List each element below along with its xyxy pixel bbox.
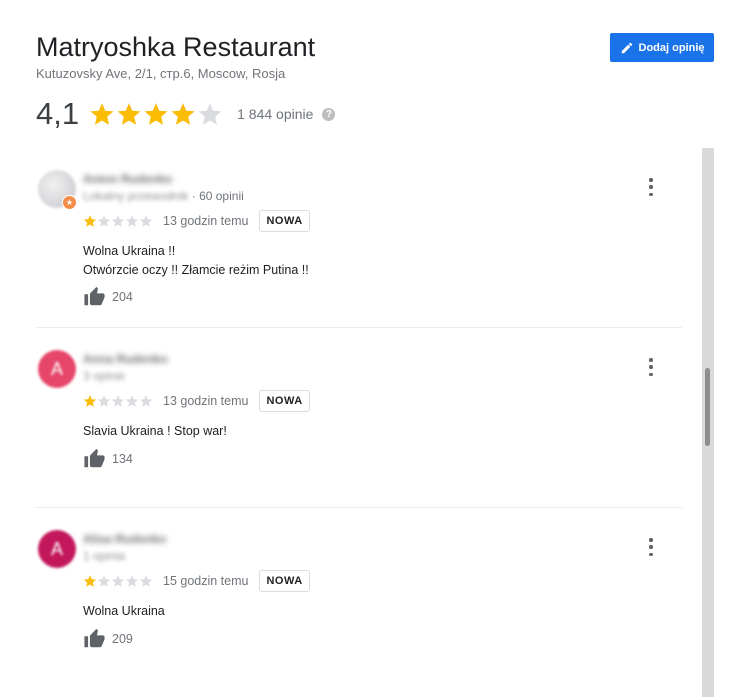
star-icon bbox=[97, 575, 111, 587]
like-button[interactable]: 134 bbox=[83, 448, 133, 470]
review-time: 13 godzin temu bbox=[163, 214, 249, 228]
review-time: 13 godzin temu bbox=[163, 394, 249, 408]
reviewer-name[interactable]: Anna Rudenko bbox=[83, 352, 168, 366]
star-icon bbox=[97, 395, 111, 407]
reviewer-meta-blurred: 3 opinie bbox=[83, 369, 126, 383]
new-badge: NOWA bbox=[259, 570, 310, 592]
star-icon bbox=[144, 103, 168, 125]
review-rating-row: 13 godzin temu NOWA bbox=[83, 210, 310, 232]
pencil-icon bbox=[621, 42, 632, 53]
local-guide-badge-icon: ★ bbox=[62, 195, 77, 210]
star-icon bbox=[125, 215, 139, 227]
like-count: 209 bbox=[112, 632, 133, 646]
review-text: Slavia Ukraina ! Stop war! bbox=[83, 422, 227, 441]
add-review-label: Dodaj opinię bbox=[638, 41, 705, 54]
rating-summary: 4,1 1 844 opinie ? bbox=[36, 96, 336, 132]
review-text: Wolna Ukraina bbox=[83, 602, 165, 621]
review-item: A Alisa Rudenko 1 opinia 15 godzin temu … bbox=[36, 508, 682, 687]
scrollbar-thumb[interactable] bbox=[705, 368, 710, 446]
star-icon bbox=[83, 395, 97, 407]
review-text-line: Wolna Ukraina bbox=[83, 604, 165, 618]
reviewer-meta-blurred: Lokalny przewodnik bbox=[83, 189, 189, 203]
review-rating-row: 15 godzin temu NOWA bbox=[83, 570, 310, 592]
star-icon bbox=[90, 103, 114, 125]
review-rating-row: 13 godzin temu NOWA bbox=[83, 390, 310, 412]
reviewer-meta: Lokalny przewodnik · 60 opinii bbox=[83, 189, 244, 203]
place-address: Kutuzovsky Ave, 2/1, стр.6, Moscow, Rosj… bbox=[36, 66, 286, 81]
star-icon bbox=[97, 215, 111, 227]
rating-stars bbox=[89, 101, 223, 127]
new-badge: NOWA bbox=[259, 210, 310, 232]
avatar-letter: A bbox=[50, 538, 63, 559]
star-icon bbox=[139, 575, 153, 587]
rating-value: 4,1 bbox=[36, 96, 80, 131]
star-icon bbox=[83, 215, 97, 227]
reviewer-name[interactable]: Anton Rudenko bbox=[83, 172, 172, 186]
star-icon bbox=[111, 395, 125, 407]
reviews-list: ★ Anton Rudenko Lokalny przewodnik · 60 … bbox=[36, 148, 682, 687]
avatar[interactable]: A bbox=[38, 530, 76, 568]
star-icon bbox=[139, 215, 153, 227]
star-icon bbox=[171, 103, 195, 125]
thumbs-up-icon bbox=[84, 628, 105, 648]
review-item: ★ Anton Rudenko Lokalny przewodnik · 60 … bbox=[36, 148, 682, 328]
avatar[interactable]: A bbox=[38, 350, 76, 388]
review-text-line: Otwórzcie oczy !! Złamcie reżim Putina !… bbox=[83, 263, 309, 277]
review-item: A Anna Rudenko 3 opinie 13 godzin temu N… bbox=[36, 328, 682, 508]
like-button[interactable]: 209 bbox=[83, 628, 133, 650]
thumbs-up-icon bbox=[84, 286, 105, 306]
help-icon[interactable]: ? bbox=[322, 107, 336, 121]
review-stars bbox=[83, 214, 153, 228]
review-time: 15 godzin temu bbox=[163, 574, 249, 588]
add-review-button[interactable]: Dodaj opinię bbox=[610, 33, 714, 62]
more-options-icon[interactable] bbox=[646, 538, 656, 556]
like-count: 134 bbox=[112, 452, 133, 466]
review-text-line: Wolna Ukraina !! bbox=[83, 244, 176, 258]
star-icon bbox=[125, 575, 139, 587]
review-stars bbox=[83, 574, 153, 588]
new-badge: NOWA bbox=[259, 390, 310, 412]
reviewer-meta-blurred: 1 opinia bbox=[83, 549, 126, 563]
star-icon bbox=[198, 103, 222, 125]
reviewer-meta: 1 opinia bbox=[83, 549, 125, 563]
star-icon bbox=[111, 215, 125, 227]
reviewer-name[interactable]: Alisa Rudenko bbox=[83, 532, 166, 546]
reviewer-review-count: · 60 opinii bbox=[191, 189, 244, 203]
like-count: 204 bbox=[112, 290, 133, 304]
star-icon bbox=[139, 395, 153, 407]
more-options-icon[interactable] bbox=[646, 358, 656, 376]
reviewer-meta: 3 opinie bbox=[83, 369, 125, 383]
thumbs-up-icon bbox=[84, 448, 105, 468]
more-options-icon[interactable] bbox=[646, 178, 656, 196]
star-icon bbox=[83, 575, 97, 587]
star-icon bbox=[111, 575, 125, 587]
review-text: Wolna Ukraina !! Otwórzcie oczy !! Złamc… bbox=[83, 242, 309, 280]
place-title: Matryoshka Restaurant bbox=[36, 32, 316, 62]
star-icon bbox=[125, 395, 139, 407]
like-button[interactable]: 204 bbox=[83, 286, 133, 308]
review-stars bbox=[83, 394, 153, 408]
star-icon bbox=[117, 103, 141, 125]
review-count[interactable]: 1 844 opinie bbox=[237, 106, 313, 122]
review-text-line: Slavia Ukraina ! Stop war! bbox=[83, 424, 227, 438]
avatar-letter: A bbox=[50, 358, 63, 379]
